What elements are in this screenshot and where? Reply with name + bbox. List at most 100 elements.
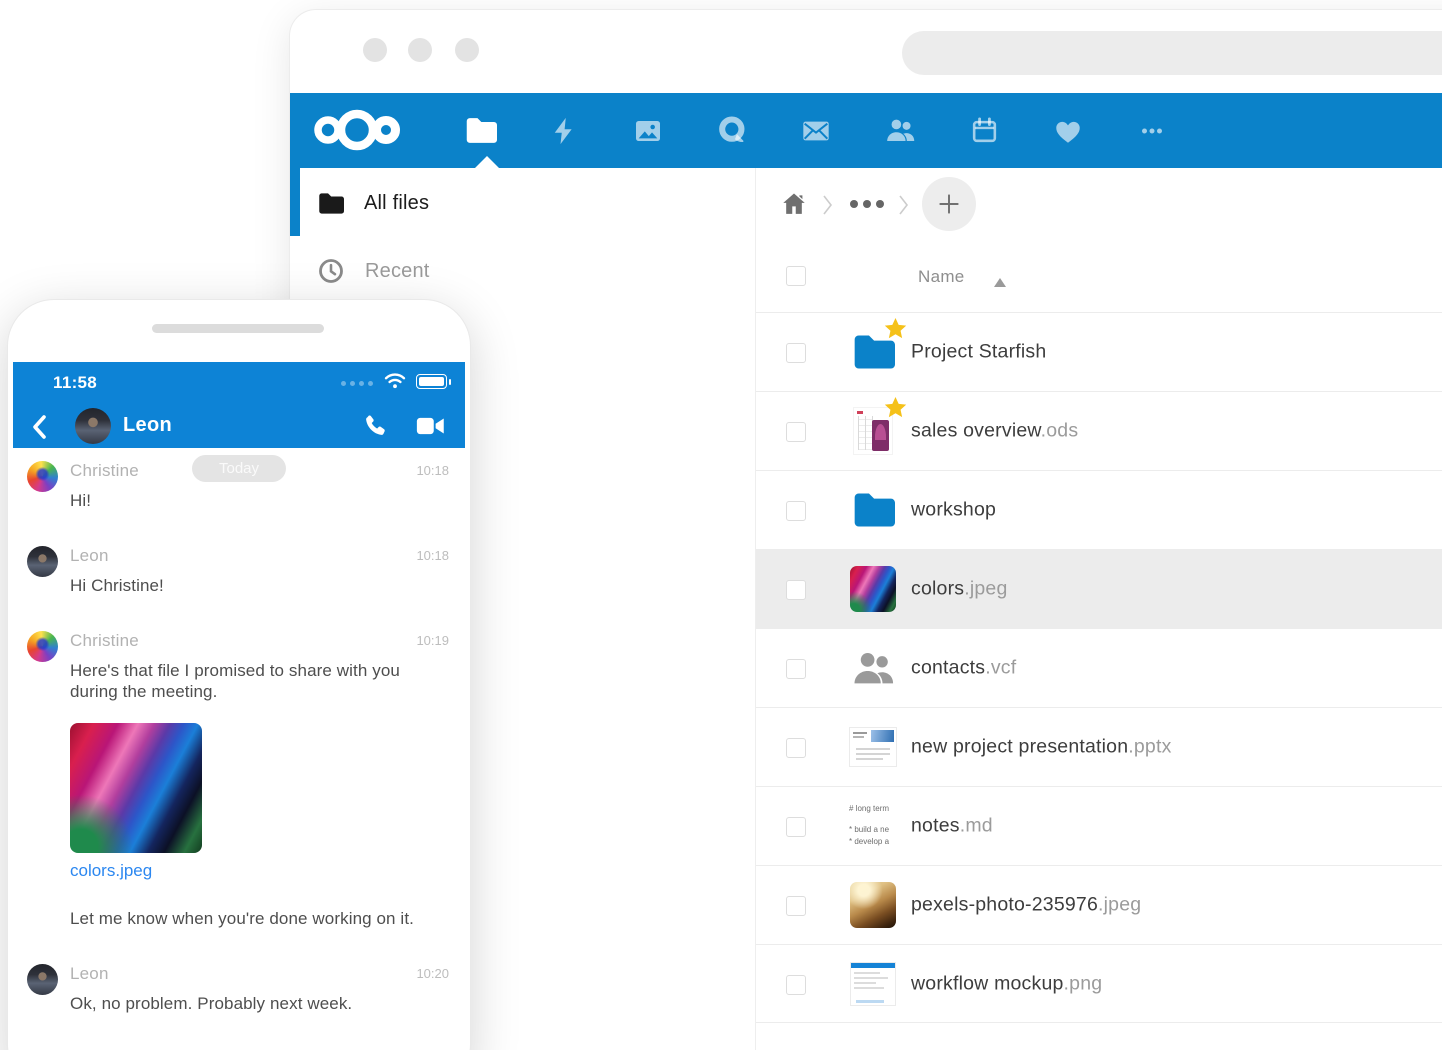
- row-checkbox[interactable]: [786, 659, 806, 679]
- row-checkbox[interactable]: [786, 501, 806, 521]
- row-checkbox[interactable]: [786, 896, 806, 916]
- avatar: [27, 631, 58, 662]
- file-name: sales overview.ods: [911, 420, 1078, 443]
- phone-blue-header: 11:58 Leon: [13, 362, 465, 448]
- sidebar-item-all-files[interactable]: All files: [290, 170, 755, 236]
- phone-screen: 11:58 Leon: [13, 362, 465, 1050]
- favorite-star-icon: [882, 316, 909, 348]
- sidebar-item-label: All files: [364, 192, 429, 215]
- row-checkbox[interactable]: [786, 738, 806, 758]
- file-thumbnail: [849, 881, 897, 929]
- calendar-app-icon[interactable]: [942, 115, 1026, 146]
- chat-message-list: Christine10:18Hi!Leon10:18Hi Christine!C…: [13, 461, 465, 1015]
- window-control-dot[interactable]: [455, 38, 479, 62]
- add-new-button[interactable]: [922, 177, 976, 231]
- call-icon[interactable]: [361, 412, 389, 445]
- message-time: 10:19: [416, 633, 449, 648]
- file-name: pexels-photo-235976.jpeg: [911, 894, 1141, 917]
- phone-speaker: [152, 324, 324, 333]
- window-control-dot[interactable]: [363, 38, 387, 62]
- row-checkbox[interactable]: [786, 817, 806, 837]
- page-canvas: All files Recent: [0, 0, 1442, 1050]
- breadcrumb-more-icon[interactable]: [850, 200, 884, 208]
- file-row[interactable]: # long term* build a ne* develop a notes.…: [756, 786, 1442, 865]
- files-pane: Name Project Starfish sales overview.ods w…: [755, 168, 1442, 1050]
- home-icon[interactable]: [780, 190, 808, 223]
- contacts-icon: [850, 645, 897, 692]
- file-row[interactable]: pexels-photo-235976.jpeg: [756, 865, 1442, 944]
- sidebar-item-label: Recent: [365, 260, 430, 283]
- file-row[interactable]: workshop: [756, 470, 1442, 549]
- message-time: 10:18: [416, 463, 449, 478]
- nextcloud-logo-icon[interactable]: [312, 105, 402, 160]
- chat-message: Leon10:20Ok, no problem. Probably next w…: [13, 964, 465, 1015]
- row-checkbox[interactable]: [786, 580, 806, 600]
- wifi-icon: [383, 371, 407, 396]
- avatar: [27, 964, 58, 995]
- message-text: Hi Christine!: [70, 575, 448, 597]
- contact-avatar[interactable]: [75, 408, 111, 444]
- phone-mockup: 11:58 Leon: [8, 300, 470, 1050]
- file-row[interactable]: contacts.vcf: [756, 628, 1442, 707]
- favorite-star-icon: [882, 395, 909, 427]
- photos-app-icon[interactable]: [606, 115, 690, 147]
- message-time: 10:18: [416, 548, 449, 563]
- file-row[interactable]: new project presentation.pptx: [756, 707, 1442, 786]
- talk-app-icon[interactable]: [690, 114, 774, 147]
- presentation-thumbnail: [849, 727, 897, 767]
- chat-message: Leon 10:18 Hi Christine!: [13, 546, 465, 597]
- message-text: Hi!: [70, 490, 448, 512]
- message-time: 10:20: [416, 966, 449, 981]
- more-apps-icon[interactable]: [1110, 116, 1194, 146]
- file-name: workshop: [911, 499, 996, 522]
- row-checkbox[interactable]: [786, 975, 806, 995]
- files-app-icon[interactable]: [438, 114, 522, 147]
- file-thumbnail: [849, 960, 897, 1008]
- markdown-preview: # long term* build a ne* develop a: [849, 803, 897, 849]
- nextcloud-header: [290, 93, 1442, 168]
- activity-app-icon[interactable]: [522, 116, 606, 146]
- file-row[interactable]: colors.jpeg: [756, 549, 1442, 628]
- file-row[interactable]: workflow mockup.png: [756, 944, 1442, 1023]
- file-row[interactable]: Project Starfish: [756, 312, 1442, 391]
- mail-app-icon[interactable]: [774, 115, 858, 147]
- video-call-icon[interactable]: [415, 413, 445, 444]
- image-thumbnail: [850, 882, 896, 928]
- file-thumbnail: [849, 644, 897, 692]
- row-checkbox[interactable]: [786, 343, 806, 363]
- back-chevron-icon[interactable]: [27, 411, 53, 448]
- chat-area: Today Christine10:18Hi!Leon10:18Hi Chris…: [13, 448, 465, 1050]
- file-thumbnail: # long term* build a ne* develop a: [849, 802, 897, 850]
- chat-message: Christine10:19Here's that file I promise…: [13, 631, 465, 930]
- file-thumbnail: [849, 407, 897, 455]
- favorites-heart-icon[interactable]: [1026, 115, 1110, 147]
- app-nav: [438, 93, 1194, 168]
- sidebar-item-recent[interactable]: Recent: [290, 238, 755, 304]
- attachment-image[interactable]: [70, 723, 202, 853]
- message-author: Leon: [70, 964, 109, 983]
- address-bar[interactable]: [902, 31, 1442, 75]
- mockup-thumbnail: [850, 962, 896, 1006]
- folder-icon: [851, 488, 895, 532]
- message-attachment: colors.jpeg: [70, 723, 449, 881]
- folder-icon: [317, 190, 344, 217]
- file-list: Project Starfish sales overview.ods worksh…: [756, 312, 1442, 1023]
- sort-ascending-icon[interactable]: [994, 274, 1006, 292]
- message-text: Here's that file I promised to share wit…: [70, 660, 448, 704]
- talk-header: Leon: [13, 406, 465, 448]
- file-name: Project Starfish: [911, 341, 1046, 364]
- attachment-filename-link[interactable]: colors.jpeg: [70, 861, 152, 881]
- select-all-checkbox[interactable]: [786, 266, 806, 286]
- file-row[interactable]: sales overview.ods: [756, 391, 1442, 470]
- contacts-app-icon[interactable]: [858, 114, 942, 147]
- chevron-right-icon: [898, 194, 910, 221]
- row-checkbox[interactable]: [786, 422, 806, 442]
- message-author: Leon: [70, 546, 109, 565]
- file-name: notes.md: [911, 815, 993, 838]
- file-name: workflow mockup.png: [911, 972, 1102, 995]
- breadcrumb: [756, 168, 1442, 240]
- name-column-header[interactable]: Name: [918, 267, 965, 287]
- window-control-dot[interactable]: [408, 38, 432, 62]
- browser-chrome: [290, 10, 1442, 93]
- file-name: new project presentation.pptx: [911, 736, 1172, 759]
